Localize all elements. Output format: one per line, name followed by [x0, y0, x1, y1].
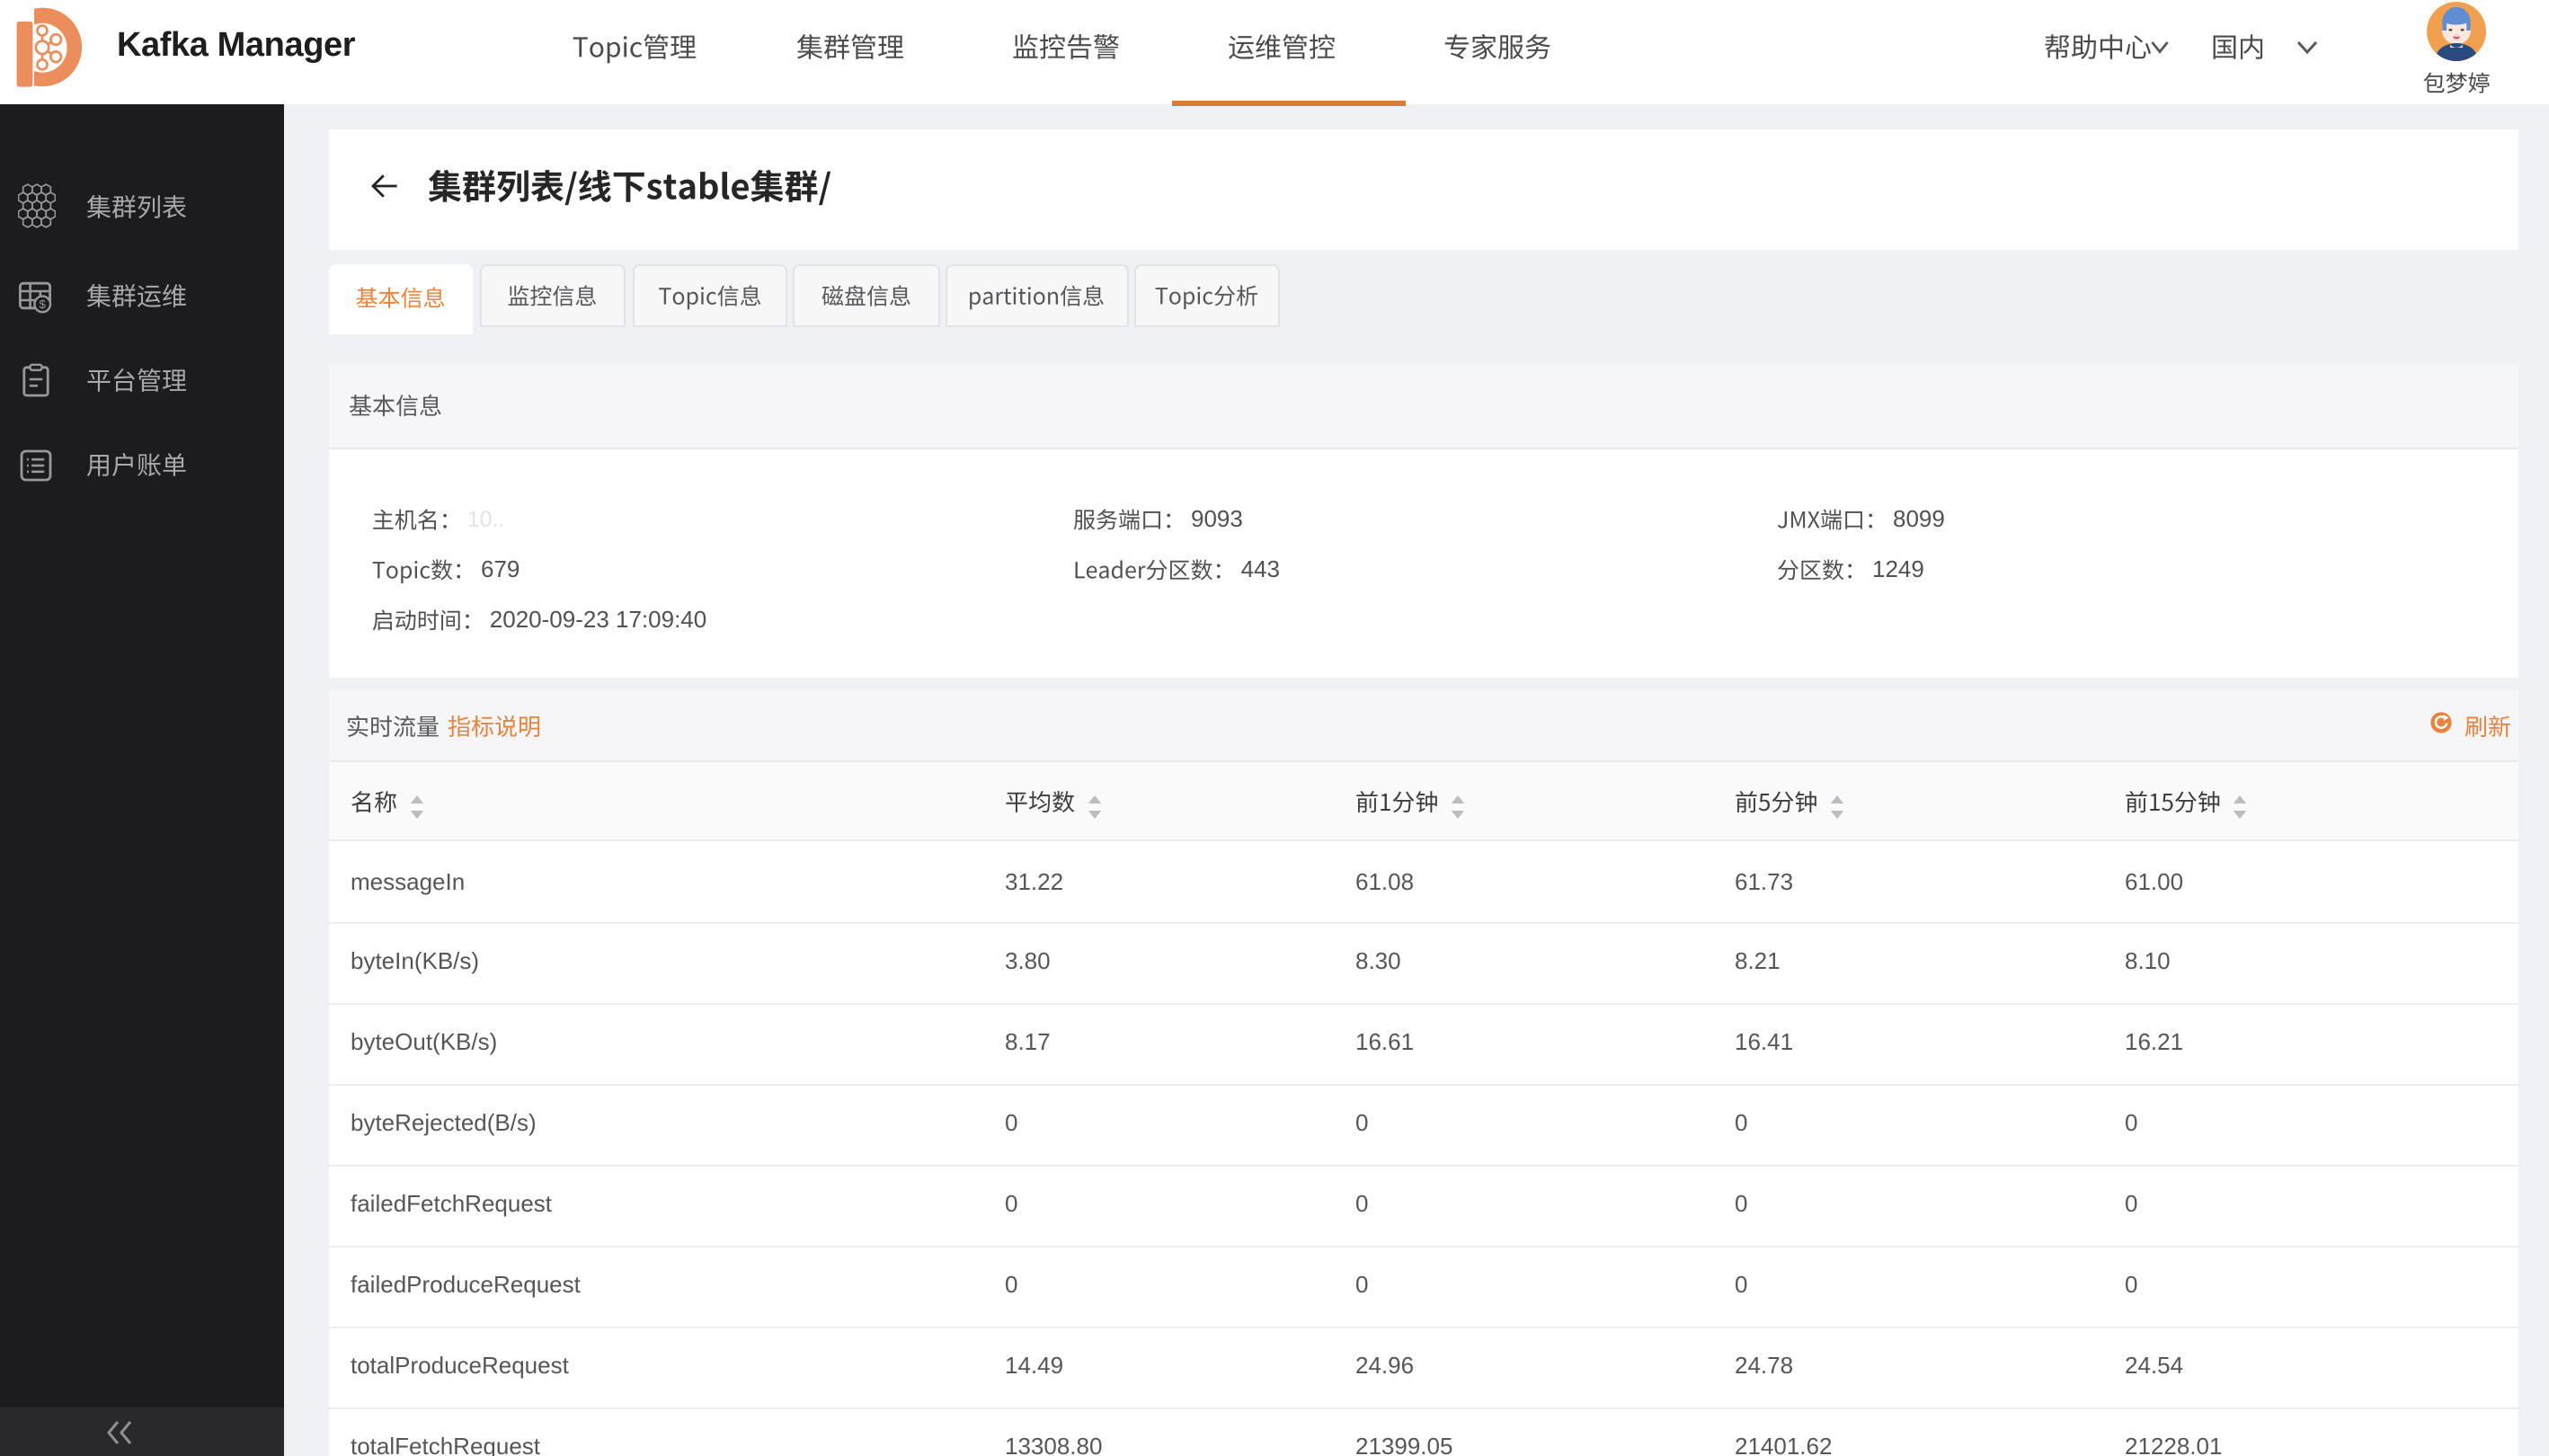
svg-text:$: $ [40, 297, 47, 310]
